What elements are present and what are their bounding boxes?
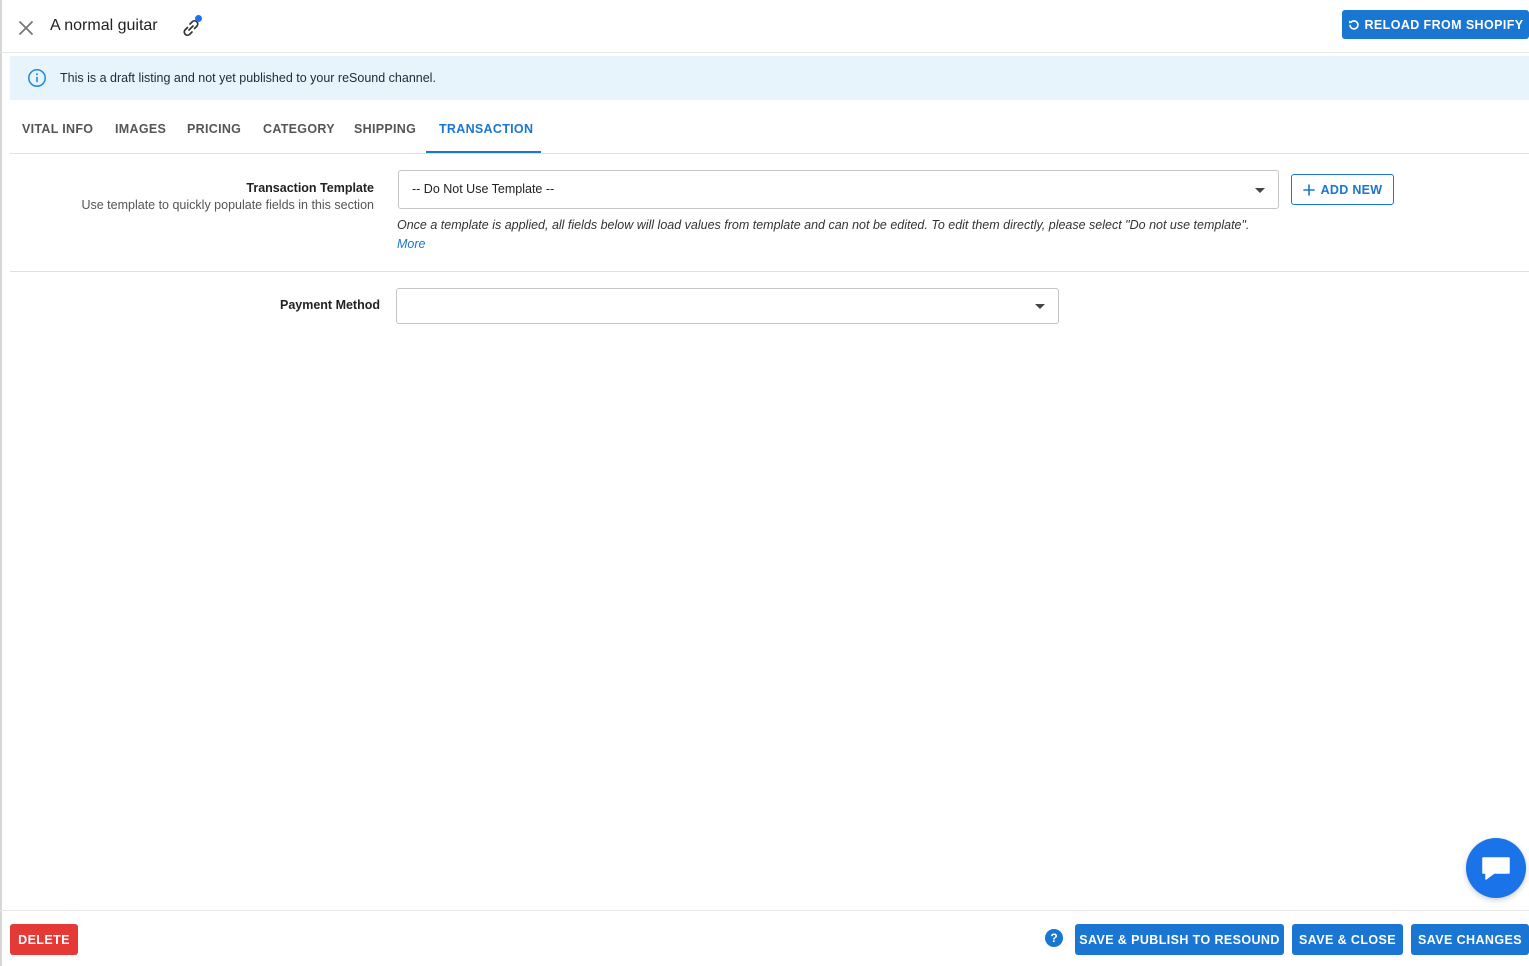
chat-icon bbox=[1482, 857, 1510, 880]
transaction-template-label: Transaction Template bbox=[246, 181, 374, 195]
reload-label: RELOAD FROM SHOPIFY bbox=[1364, 17, 1524, 32]
tab-pricing[interactable]: PRICING bbox=[187, 104, 241, 153]
tab-images[interactable]: IMAGES bbox=[115, 104, 166, 153]
active-tab-indicator bbox=[426, 151, 541, 153]
payment-method-select[interactable] bbox=[396, 288, 1059, 324]
save-publish-button[interactable]: SAVE & PUBLISH TO RESOUND bbox=[1075, 924, 1284, 955]
banner-text: This is a draft listing and not yet publ… bbox=[60, 71, 436, 85]
reload-from-shopify-button[interactable]: RELOAD FROM SHOPIFY bbox=[1342, 10, 1529, 39]
caret-down-icon bbox=[1035, 304, 1045, 309]
section-divider bbox=[10, 271, 1529, 272]
link-status-dot bbox=[195, 15, 202, 22]
help-icon[interactable]: ? bbox=[1045, 929, 1063, 947]
save-changes-button[interactable]: SAVE CHANGES bbox=[1411, 924, 1529, 955]
add-new-template-button[interactable]: ADD NEW bbox=[1291, 174, 1394, 205]
tab-bar: VITAL INFO IMAGES PRICING CATEGORY SHIPP… bbox=[10, 104, 1529, 154]
draft-banner: This is a draft listing and not yet publ… bbox=[10, 56, 1529, 100]
delete-button[interactable]: DELETE bbox=[10, 924, 78, 955]
page-title: A normal guitar bbox=[50, 17, 158, 34]
caret-down-icon bbox=[1255, 188, 1265, 193]
payment-method-label: Payment Method bbox=[279, 298, 380, 312]
template-help-message: Once a template is applied, all fields b… bbox=[397, 218, 1250, 232]
tab-category[interactable]: CATEGORY bbox=[263, 104, 335, 153]
transaction-template-sublabel: Use template to quickly populate fields … bbox=[81, 198, 374, 212]
tab-transaction[interactable]: TRANSACTION bbox=[439, 104, 533, 153]
save-close-button[interactable]: SAVE & CLOSE bbox=[1292, 924, 1403, 955]
dialog-footer: DELETE ? SAVE & PUBLISH TO RESOUND SAVE … bbox=[0, 910, 1529, 966]
chat-widget-button[interactable] bbox=[1466, 838, 1526, 898]
add-new-label: ADD NEW bbox=[1320, 182, 1383, 197]
more-link[interactable]: More bbox=[397, 237, 425, 251]
reload-icon bbox=[1348, 19, 1359, 30]
plus-icon bbox=[1302, 183, 1315, 196]
transaction-template-select[interactable]: -- Do Not Use Template -- bbox=[398, 170, 1279, 209]
transaction-template-value: -- Do Not Use Template -- bbox=[412, 182, 555, 196]
close-icon bbox=[19, 21, 33, 35]
dialog-header: A normal guitar RELOAD FROM SHOPIFY bbox=[0, 0, 1529, 53]
close-button[interactable] bbox=[14, 16, 38, 40]
info-icon bbox=[28, 69, 46, 87]
template-help-text: Once a template is applied, all fields b… bbox=[397, 216, 1277, 254]
tab-shipping[interactable]: SHIPPING bbox=[354, 104, 416, 153]
window-edge bbox=[0, 0, 2, 966]
tab-vital-info[interactable]: VITAL INFO bbox=[22, 104, 93, 153]
